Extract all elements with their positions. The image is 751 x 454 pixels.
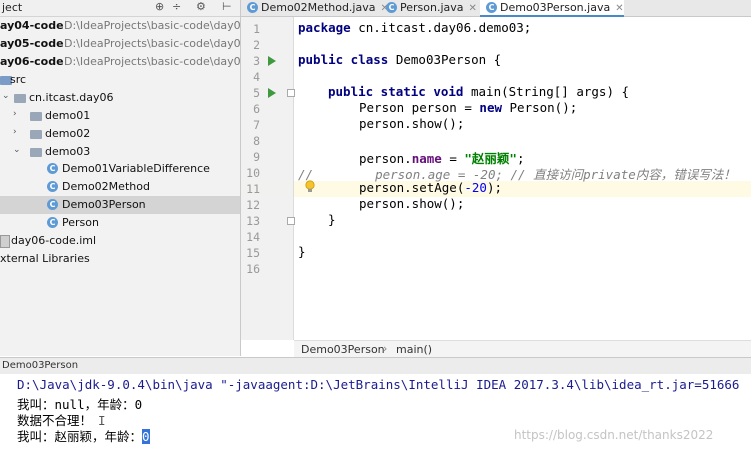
- line-number: 16: [246, 262, 260, 276]
- chevron-right-icon[interactable]: ›: [13, 109, 17, 119]
- class-icon: C: [47, 199, 58, 210]
- tree-class-demo01[interactable]: C Demo01VariableDifference: [0, 160, 240, 178]
- package-icon: [30, 130, 42, 139]
- run-tool-window-header: Demo03Person: [0, 357, 751, 375]
- run-main-icon[interactable]: [268, 88, 276, 98]
- tree-class-person[interactable]: C Person: [0, 214, 240, 232]
- project-panel: ject ⊕ ÷ ⚙ ⊢ ay04-code D:\IdeaProjects\b…: [0, 0, 241, 356]
- code-line-6: Person person = new Person();: [359, 100, 578, 115]
- tree-iml-file[interactable]: day06-code.iml: [0, 232, 240, 250]
- tab-demo03person[interactable]: C Demo03Person.java ✕: [480, 0, 624, 17]
- file-icon: [0, 235, 10, 248]
- tree-class-demo02[interactable]: C Demo02Method: [0, 178, 240, 196]
- tree-module-day04[interactable]: ay04-code D:\IdeaProjects\basic-code\day…: [0, 17, 240, 35]
- code-line-3: public class Demo03Person {: [298, 52, 502, 67]
- class-icon: C: [486, 2, 497, 13]
- project-panel-title: ject: [2, 1, 23, 14]
- class-icon: C: [47, 217, 58, 228]
- chevron-right-icon[interactable]: ›: [13, 127, 17, 137]
- class-icon: C: [247, 2, 258, 13]
- code-line-7: person.show();: [359, 116, 465, 131]
- line-number: 15: [246, 246, 260, 260]
- breadcrumb-class[interactable]: Demo03Person: [301, 343, 385, 356]
- code-line-11: person.setAge(-20);: [359, 180, 502, 195]
- tree-package-day06[interactable]: ⌄ cn.itcast.day06: [0, 89, 240, 107]
- chevron-down-icon[interactable]: ⌄: [2, 91, 10, 101]
- tree-module-day06[interactable]: ay06-code D:\IdeaProjects\basic-code\day…: [0, 53, 240, 71]
- project-panel-header: ject ⊕ ÷ ⚙ ⊢: [0, 0, 240, 17]
- console-output-line: 我叫：赵丽颖，年龄：0: [17, 429, 150, 444]
- close-icon[interactable]: ✕: [469, 3, 477, 14]
- run-class-icon[interactable]: [268, 56, 276, 66]
- package-icon: [30, 112, 42, 121]
- breadcrumb-method[interactable]: main(): [396, 343, 432, 356]
- watermark: https://blog.csdn.net/thanks2022: [514, 428, 714, 442]
- line-number: 6: [253, 102, 260, 116]
- hide-icon[interactable]: ⊢: [222, 0, 232, 13]
- split-icon[interactable]: ÷: [172, 0, 181, 13]
- code-line-12: person.show();: [359, 196, 465, 211]
- editor-gutter: 1 2 3 4 5 6 7 8 9 10 11 12 13 14 15 16: [241, 17, 315, 340]
- line-number: 10: [246, 166, 260, 180]
- line-number: 1: [253, 22, 260, 36]
- line-number: 14: [246, 230, 260, 244]
- tree-package-demo03[interactable]: ⌄ demo03: [0, 143, 240, 161]
- class-icon: C: [47, 181, 58, 192]
- tree-package-demo01[interactable]: › demo01: [0, 107, 240, 125]
- line-number: 13: [246, 214, 260, 228]
- tree-module-day05[interactable]: ay05-code D:\IdeaProjects\basic-code\day…: [0, 35, 240, 53]
- line-number: 5: [253, 86, 260, 100]
- chevron-down-icon[interactable]: ⌄: [13, 145, 21, 155]
- code-line-1: package cn.itcast.day06.demo03;: [298, 20, 532, 35]
- tree-src[interactable]: src: [0, 71, 240, 89]
- gear-icon[interactable]: ⚙: [196, 0, 206, 13]
- code-line-13: }: [328, 212, 336, 227]
- console-command-line: D:\Java\jdk-9.0.4\bin\java "-javaagent:D…: [17, 377, 740, 392]
- code-line-15: }: [298, 244, 306, 259]
- editor-tabs: C Demo02Method.java ✕ C Person.java ✕ C Demo0…: [241, 0, 751, 17]
- code-editor[interactable]: package cn.itcast.day06.demo03; public c…: [294, 17, 751, 340]
- run-tab-label[interactable]: Demo03Person: [2, 360, 78, 371]
- code-line-5: public static void main(String[] args) {: [328, 84, 630, 99]
- class-icon: C: [47, 163, 58, 174]
- line-number: 2: [253, 38, 260, 52]
- line-number: 12: [246, 198, 260, 212]
- run-console[interactable]: D:\Java\jdk-9.0.4\bin\java "-javaagent:D…: [0, 374, 751, 454]
- tree-external-libraries[interactable]: xternal Libraries: [0, 250, 240, 268]
- package-icon: [14, 94, 26, 103]
- breadcrumb: Demo03Person › main(): [294, 340, 751, 357]
- selected-text: 0: [142, 429, 150, 444]
- line-number: 11: [246, 182, 260, 196]
- line-number: 4: [253, 70, 260, 84]
- line-number: 7: [253, 118, 260, 132]
- breadcrumb-separator-icon: ›: [383, 342, 388, 355]
- line-number: 3: [253, 54, 260, 68]
- package-icon: [30, 148, 42, 157]
- close-icon[interactable]: ✕: [615, 3, 623, 14]
- tree-package-demo02[interactable]: › demo02: [0, 125, 240, 143]
- line-number: 8: [253, 134, 260, 148]
- target-icon[interactable]: ⊕: [155, 0, 164, 13]
- tab-person[interactable]: C Person.java ✕: [380, 0, 480, 16]
- tree-class-demo03-selected[interactable]: C Demo03Person: [0, 196, 240, 214]
- class-icon: C: [386, 2, 397, 13]
- line-number: 9: [253, 150, 260, 164]
- tab-demo02method[interactable]: C Demo02Method.java ✕: [241, 0, 389, 16]
